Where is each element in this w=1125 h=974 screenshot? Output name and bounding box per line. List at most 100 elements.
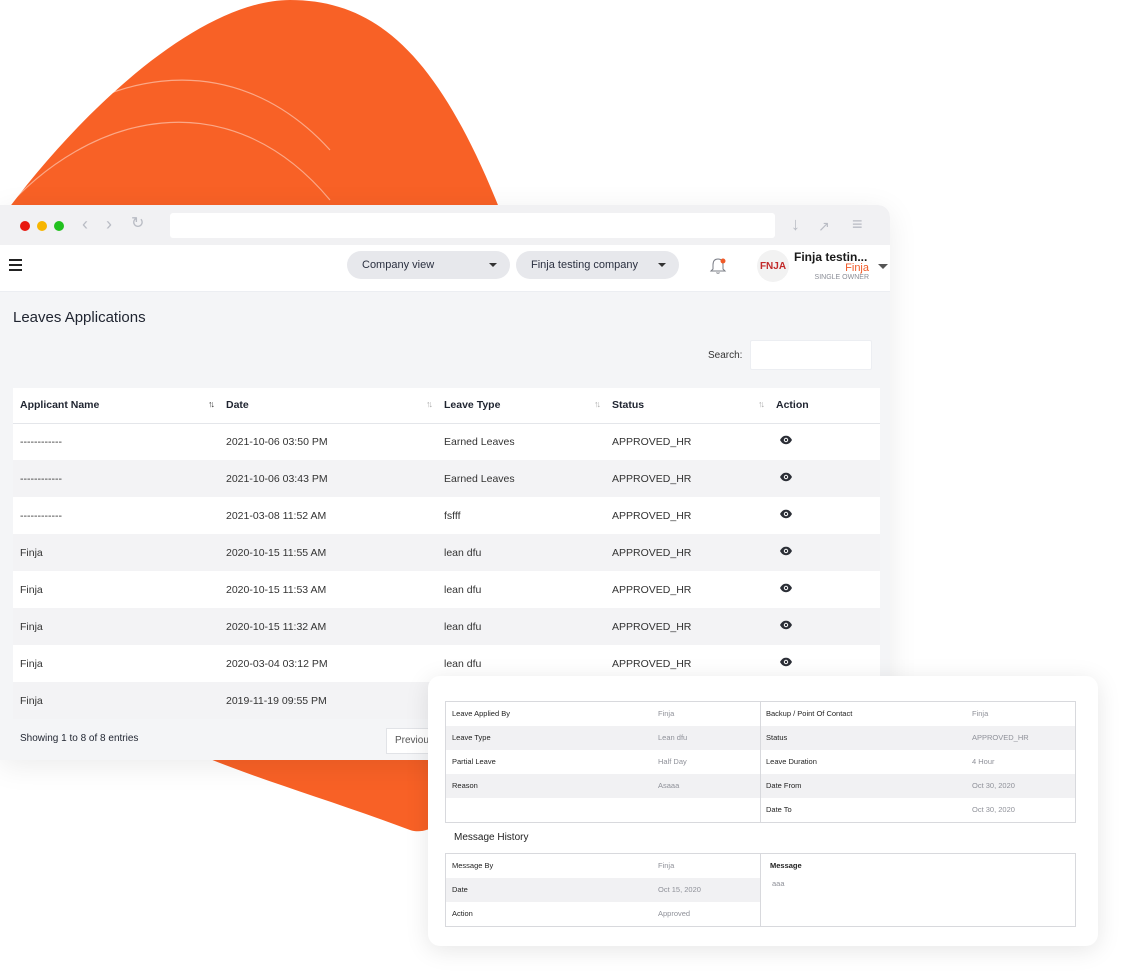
chevron-down-icon: [489, 263, 497, 267]
action-cell: [769, 497, 880, 534]
row-shade: [446, 774, 760, 798]
view-eye-icon[interactable]: [779, 657, 793, 667]
close-window-dot[interactable]: [20, 221, 30, 231]
detail-label: Reason: [452, 781, 478, 790]
column-label: Leave Type: [444, 399, 501, 412]
maximize-window-dot[interactable]: [54, 221, 64, 231]
column-label: Action: [776, 399, 809, 412]
action-cell: [769, 460, 880, 497]
date-cell: 2021-03-08 11:52 AM: [226, 509, 327, 522]
detail-value: Finja: [658, 861, 675, 870]
user-company: Finja: [845, 262, 869, 274]
column-label: Date: [226, 399, 249, 412]
status-cell: APPROVED_HR: [612, 509, 692, 522]
status-cell: APPROVED_HR: [605, 608, 769, 645]
row-shade: [446, 726, 760, 750]
chevron-down-icon: [658, 263, 666, 267]
column-header-status[interactable]: Status ↑↓: [605, 388, 769, 424]
column-header-leave-type[interactable]: Leave Type ↑↓: [437, 388, 605, 424]
notification-bell-icon[interactable]: [708, 256, 728, 276]
applicant-name-cell: ------------: [20, 435, 62, 448]
download-icon[interactable]: ↓: [791, 214, 800, 234]
leave-details-grid: Leave Applied By Finja Leave Type Lean dfu P…: [445, 701, 1076, 823]
refresh-icon[interactable]: ↻: [131, 214, 144, 234]
applicant-name-cell: Finja: [13, 534, 219, 571]
forward-icon[interactable]: ›: [106, 214, 112, 234]
menu-icon[interactable]: ≡: [852, 214, 863, 234]
message-text: aaa: [772, 879, 785, 888]
date-cell: 2019-11-19 09:55 PM: [219, 682, 437, 719]
leave-detail-card: Leave Applied By Finja Leave Type Lean dfu P…: [428, 676, 1098, 946]
detail-value: Finja: [972, 709, 989, 718]
detail-label: Leave Applied By: [452, 709, 510, 718]
sort-icon: ↑↓: [758, 399, 765, 409]
avatar[interactable]: FNJA: [757, 250, 789, 282]
address-bar[interactable]: [170, 213, 775, 238]
table-header-row: Applicant Name ↑↓ Date ↑↓ Leave Type ↑↓ Sta…: [13, 388, 880, 424]
date-cell: 2020-10-15 11:32 AM: [219, 608, 437, 645]
action-cell: [769, 571, 880, 608]
search-input[interactable]: [750, 340, 872, 370]
action-cell: [769, 534, 880, 571]
leaves-table-card: Applicant Name ↑↓ Date ↑↓ Leave Type ↑↓ Sta…: [13, 388, 880, 719]
detail-label: Status: [766, 733, 788, 742]
minimize-window-dot[interactable]: [37, 221, 47, 231]
status-cell: APPROVED_HR: [612, 583, 692, 596]
table-info: Showing 1 to 8 of 8 entries: [20, 733, 139, 744]
detail-value: Lean dfu: [658, 733, 688, 742]
view-eye-icon[interactable]: [779, 620, 793, 630]
detail-value: APPROVED_HR: [972, 733, 1029, 742]
avatar-logo-text: FNJA: [759, 260, 787, 272]
page-title: Leaves Applications: [13, 309, 146, 326]
sort-icon: ↑↓: [594, 399, 601, 409]
detail-label: Message By: [452, 861, 494, 870]
hamburger-menu-icon[interactable]: [9, 259, 22, 274]
applicant-name-cell: Finja: [20, 583, 43, 596]
expand-icon[interactable]: ↗: [818, 216, 830, 236]
view-eye-icon[interactable]: [779, 583, 793, 593]
column-header-date[interactable]: Date ↑↓: [219, 388, 437, 424]
applicant-name-cell: ------------: [13, 460, 219, 497]
sort-icon: ↑↓: [208, 399, 215, 409]
view-eye-icon[interactable]: [779, 435, 793, 445]
table-row: Finja 2020-10-15 11:55 AM lean dfu APPROVED…: [13, 534, 880, 571]
action-cell: [769, 608, 880, 645]
date-cell: 2021-10-06 03:50 PM: [226, 435, 328, 448]
app-header: Company view Finja testing company FNJA …: [0, 245, 890, 292]
view-eye-icon[interactable]: [779, 546, 793, 556]
search-label: Search:: [708, 350, 743, 361]
table-row: ------------ 2021-10-06 03:50 PM Earned Le…: [13, 423, 880, 460]
detail-label: Leave Duration: [766, 757, 817, 766]
leave-type-cell: fsfff: [444, 509, 461, 522]
date-cell: 2020-10-15 11:53 AM: [226, 583, 327, 596]
detail-label: Date From: [766, 781, 802, 790]
company-select[interactable]: Finja testing company: [516, 251, 679, 279]
leave-type-cell: Earned Leaves: [437, 460, 605, 497]
row-shade: [446, 878, 760, 902]
row-shade: [761, 774, 1075, 798]
user-menu-chevron-icon[interactable]: [878, 264, 888, 269]
detail-value: Oct 30, 2020: [972, 781, 1015, 790]
detail-label: Action: [452, 909, 473, 918]
message-history-grid: Message By Finja Date Oct 15, 2020 Action App…: [445, 853, 1076, 927]
leave-type-cell: Earned Leaves: [444, 435, 515, 448]
applicant-name-cell: Finja: [13, 682, 219, 719]
detail-value: Finja: [658, 709, 675, 718]
detail-label: Backup / Point Of Contact: [766, 709, 853, 718]
company-view-select[interactable]: Company view: [347, 251, 510, 279]
date-cell: 2021-10-06 03:43 PM: [219, 460, 437, 497]
column-header-applicant[interactable]: Applicant Name ↑↓: [13, 388, 219, 424]
detail-label: Date To: [766, 805, 792, 814]
status-cell: APPROVED_HR: [605, 460, 769, 497]
status-cell: APPROVED_HR: [612, 435, 692, 448]
detail-value: Oct 30, 2020: [972, 805, 1015, 814]
leave-type-cell: lean dfu: [444, 583, 482, 596]
detail-value: 4 Hour: [972, 757, 995, 766]
date-cell: 2020-03-04 03:12 PM: [226, 657, 328, 670]
back-icon[interactable]: ‹: [82, 214, 88, 234]
detail-label: Leave Type: [452, 733, 491, 742]
view-eye-icon[interactable]: [779, 509, 793, 519]
table-row: Finja 2020-10-15 11:32 AM lean dfu APPROVED…: [13, 608, 880, 645]
view-eye-icon[interactable]: [779, 472, 793, 482]
table-body: ------------ 2021-10-06 03:50 PM Earned Le…: [13, 423, 880, 719]
